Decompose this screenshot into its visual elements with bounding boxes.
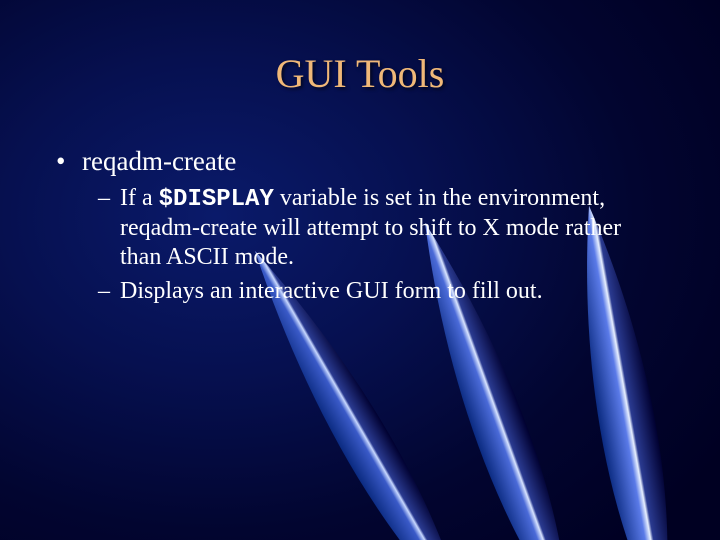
bullet-level2-item: If a $DISPLAY variable is set in the env… [50,184,660,273]
sub2-text: Displays an interactive GUI form to fill… [120,278,543,304]
slide-title: GUI Tools [0,50,720,97]
bullet-level2-item: Displays an interactive GUI form to fill… [50,277,660,306]
slide: GUI Tools reqadm-create If a $DISPLAY va… [0,0,720,540]
sub1-pre: If a [120,185,159,211]
sub1-code: $DISPLAY [159,186,274,213]
slide-body: reqadm-create If a $DISPLAY variable is … [50,145,660,310]
bullet-main-text: reqadm-create [82,146,236,176]
bullet-level1: reqadm-create [50,145,660,178]
